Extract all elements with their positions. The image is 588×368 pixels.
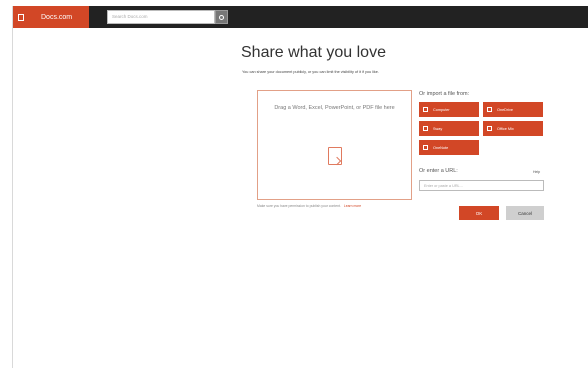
import-sway-label: Sway — [433, 126, 443, 131]
import-computer-label: Computer — [433, 107, 450, 112]
computer-icon — [423, 107, 428, 112]
import-onedrive-button[interactable]: OneDrive — [483, 102, 543, 117]
import-onenote-button[interactable]: OneNote — [419, 140, 479, 155]
sway-icon — [423, 126, 428, 131]
import-sway-button[interactable]: Sway — [419, 121, 479, 136]
learn-more-link[interactable]: Learn more — [344, 204, 361, 208]
import-onedrive-label: OneDrive — [497, 107, 514, 112]
drop-zone-text: Drag a Word, Excel, PowerPoint, or PDF f… — [274, 105, 395, 111]
office-mix-icon — [487, 126, 492, 131]
privacy-note-text: Make sure you have permission to publish… — [257, 204, 341, 208]
search-placeholder: Search Docs.com — [112, 14, 148, 19]
import-office-mix-button[interactable]: Office Mix — [483, 121, 543, 136]
document-upload-icon — [328, 147, 342, 165]
docs-logo-icon — [13, 6, 29, 28]
url-input[interactable]: Enter or paste a URL... — [419, 180, 544, 191]
file-drop-zone[interactable]: Drag a Word, Excel, PowerPoint, or PDF f… — [257, 90, 412, 200]
app-title: Docs.com — [41, 13, 73, 21]
app-window: Docs.com Search Docs.com Share what you … — [12, 6, 588, 368]
import-label: Or import a file from: — [419, 91, 470, 97]
onenote-icon — [423, 145, 428, 150]
url-placeholder: Enter or paste a URL... — [424, 184, 463, 188]
cancel-button[interactable]: Cancel — [506, 206, 544, 220]
privacy-note: Make sure you have permission to publish… — [257, 204, 361, 208]
cloud-icon — [487, 107, 492, 112]
import-onenote-label: OneNote — [433, 145, 449, 150]
url-label: Or enter a URL: — [419, 168, 458, 174]
import-computer-button[interactable]: Computer — [419, 102, 479, 117]
help-link[interactable]: Help — [533, 170, 540, 174]
search-input[interactable]: Search Docs.com — [107, 10, 215, 24]
search-button[interactable] — [215, 10, 228, 24]
page-subtitle: You can share your document publicly, or… — [242, 70, 379, 74]
import-office-mix-label: Office Mix — [497, 126, 514, 131]
brand-button[interactable]: Docs.com — [13, 6, 89, 28]
search-icon — [219, 14, 224, 20]
ok-button[interactable]: OK — [459, 206, 499, 220]
page-title: Share what you love — [241, 44, 386, 61]
top-bar: Docs.com Search Docs.com — [13, 6, 588, 28]
